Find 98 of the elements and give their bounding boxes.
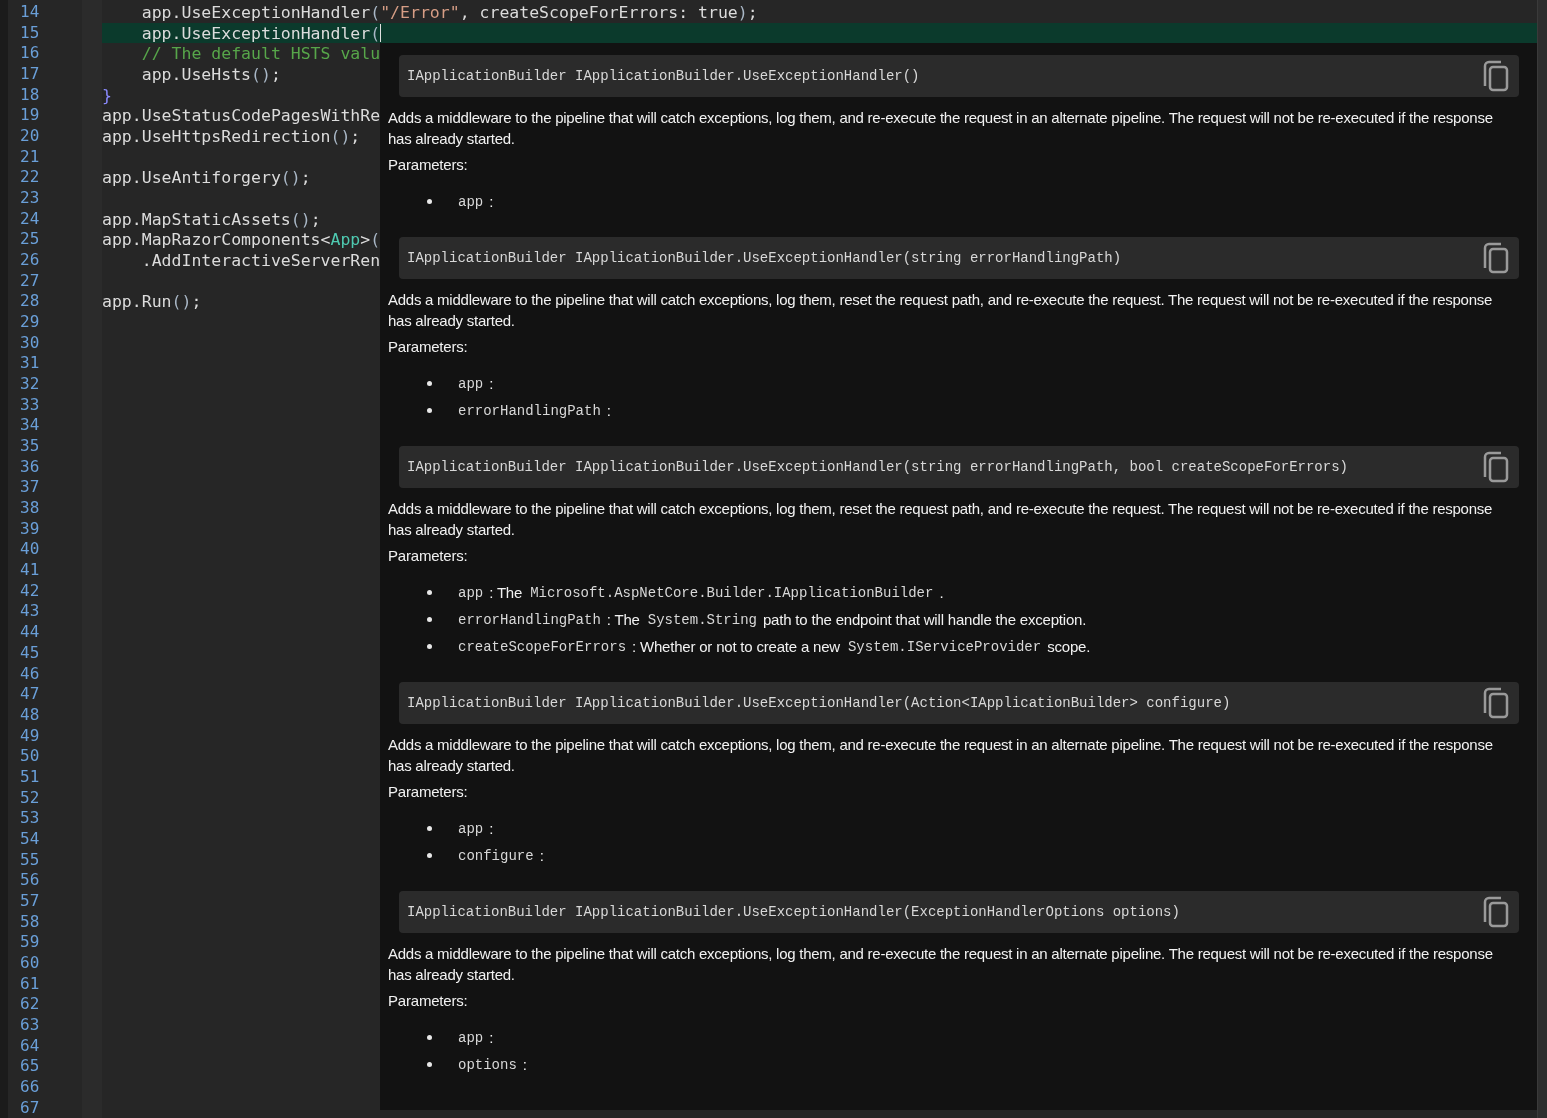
parameters-label: Parameters: bbox=[388, 337, 469, 357]
line-number: 14 bbox=[19, 2, 41, 23]
line-number: 18 bbox=[19, 84, 41, 106]
line-number: 32 bbox=[19, 374, 41, 395]
parameter-item: createScopeForErrors : Whether or not to create a new System.IServiceProvider scope. bbox=[427, 633, 1091, 660]
line-number: 55 bbox=[19, 849, 41, 871]
line-number: 42 bbox=[19, 580, 41, 602]
code-line: app.UseAntiforgery(); bbox=[102, 168, 311, 188]
line-number: 61 bbox=[19, 973, 41, 995]
code-line: app.UseStatusCodePagesWithRe bbox=[102, 106, 381, 126]
line-number: 33 bbox=[19, 394, 41, 416]
line-number: 22 bbox=[19, 167, 41, 189]
line-number: 65 bbox=[19, 1056, 41, 1077]
line-number: 49 bbox=[19, 725, 41, 747]
line-number: 57 bbox=[19, 890, 41, 912]
parameters-label: Parameters: bbox=[388, 991, 469, 1011]
method-description: Adds a middleware to the pipeline that will catch exceptions, log them, and re-execute the request in an alternate pipeline. The request will not be re-executed if the response has already started. bbox=[388, 944, 1494, 985]
line-number: 53 bbox=[19, 808, 41, 829]
code-line: .AddInteractiveServerRen bbox=[140, 250, 381, 270]
copy-icon[interactable] bbox=[1483, 60, 1509, 92]
line-number: 21 bbox=[19, 146, 41, 168]
line-number: 20 bbox=[19, 126, 41, 147]
line-number: 16 bbox=[19, 43, 41, 64]
copy-icon[interactable] bbox=[1483, 242, 1509, 274]
line-number: 30 bbox=[19, 332, 41, 354]
line-number: 54 bbox=[19, 828, 41, 850]
line-number: 56 bbox=[19, 870, 41, 891]
line-number: 66 bbox=[19, 1076, 41, 1098]
line-number: 67 bbox=[19, 1097, 41, 1118]
parameter-item: app : bbox=[427, 188, 494, 215]
line-number: 47 bbox=[19, 684, 41, 705]
parameter-item: app : bbox=[427, 1024, 494, 1051]
line-number: 44 bbox=[19, 622, 41, 643]
scrollbar[interactable] bbox=[1537, 0, 1547, 1118]
line-number: 52 bbox=[19, 787, 41, 809]
method-description: Adds a middleware to the pipeline that will catch exceptions, log them, and re-execute the request in an alternate pipeline. The request will not be re-executed if the response has already started. bbox=[388, 735, 1494, 776]
line-number: 24 bbox=[19, 208, 41, 230]
code-line: app.UseHsts(); bbox=[140, 64, 281, 84]
line-number: 40 bbox=[19, 539, 41, 561]
parameter-item: errorHandlingPath : The System.String path to the endpoint that will handle the exception. bbox=[427, 606, 1087, 633]
line-number: 25 bbox=[19, 229, 41, 251]
line-number: 63 bbox=[19, 1014, 41, 1036]
line-number: 39 bbox=[19, 518, 41, 540]
line-number: 31 bbox=[19, 353, 41, 375]
method-description: Adds a middleware to the pipeline that will catch exceptions, log them, reset the request path, and re-execute the request. The request will not be re-executed if the response has already started. bbox=[388, 290, 1494, 331]
method-description: Adds a middleware to the pipeline that will catch exceptions, log them, and re-execute the request in an alternate pipeline. The request will not be re-executed if the response has already started. bbox=[388, 108, 1494, 149]
line-number: 45 bbox=[19, 642, 41, 664]
line-number: 19 bbox=[19, 105, 41, 127]
code-line: app.Run(); bbox=[102, 292, 202, 312]
copy-icon[interactable] bbox=[1483, 687, 1509, 719]
line-number: 60 bbox=[19, 952, 41, 974]
parameters-label: Parameters: bbox=[388, 155, 469, 175]
method-signature: IApplicationBuilder IApplicationBuilder.UseExceptionHandler(ExceptionHandlerOptions options) bbox=[407, 904, 1180, 920]
line-number: 46 bbox=[19, 663, 41, 685]
line-number: 48 bbox=[19, 704, 41, 726]
method-signature: IApplicationBuilder IApplicationBuilder.UseExceptionHandler(string errorHandlingPath, bool createScopeForErrors) bbox=[407, 459, 1348, 475]
line-number: 34 bbox=[19, 415, 41, 437]
parameters-label: Parameters: bbox=[388, 782, 469, 802]
parameters-label: Parameters: bbox=[388, 546, 469, 566]
method-signature: IApplicationBuilder IApplicationBuilder.UseExceptionHandler() bbox=[407, 68, 920, 84]
line-number: 41 bbox=[19, 560, 41, 581]
code-line: app.UseExceptionHandler("/Error", createScopeForErrors: true); bbox=[140, 2, 758, 22]
line-number: 59 bbox=[19, 932, 41, 953]
line-number: 27 bbox=[19, 270, 41, 292]
code-line: } bbox=[102, 85, 112, 105]
line-number: 28 bbox=[19, 291, 41, 313]
line-number: 51 bbox=[19, 766, 41, 788]
parameter-item: errorHandlingPath : bbox=[427, 397, 611, 424]
code-line: // The default HSTS valu bbox=[140, 44, 381, 64]
line-number: 23 bbox=[19, 188, 41, 209]
parameter-item: app : The Microsoft.AspNetCore.Builder.IApplicationBuilder . bbox=[427, 579, 944, 606]
line-number: 50 bbox=[19, 746, 41, 767]
line-number: 64 bbox=[19, 1035, 41, 1057]
line-number: 26 bbox=[19, 250, 41, 271]
code-line: app.MapStaticAssets(); bbox=[102, 209, 321, 229]
parameter-item: configure : bbox=[427, 842, 544, 869]
line-number: 37 bbox=[19, 477, 41, 499]
copy-icon[interactable] bbox=[1483, 896, 1509, 928]
line-number: 35 bbox=[19, 436, 41, 457]
line-number: 58 bbox=[19, 911, 41, 933]
method-signature: IApplicationBuilder IApplicationBuilder.UseExceptionHandler(string errorHandlingPath) bbox=[407, 250, 1122, 266]
parameter-item: app : bbox=[427, 815, 494, 842]
code-line: app.MapRazorComponents<App>( bbox=[102, 230, 381, 250]
method-signature: IApplicationBuilder IApplicationBuilder.UseExceptionHandler(Action<IApplicationBuilder> configure) bbox=[407, 695, 1231, 711]
parameter-item: options : bbox=[427, 1051, 527, 1078]
line-number: 43 bbox=[19, 601, 41, 623]
code-line: app.UseHttpsRedirection(); bbox=[102, 126, 361, 146]
method-description: Adds a middleware to the pipeline that will catch exceptions, log them, reset the request path, and re-execute the request. The request will not be re-executed if the response has already started. bbox=[388, 499, 1494, 540]
line-number: 62 bbox=[19, 994, 41, 1015]
line-number: 15 bbox=[19, 22, 41, 44]
line-number: 36 bbox=[19, 456, 41, 478]
parameter-item: app : bbox=[427, 370, 494, 397]
line-number: 29 bbox=[19, 312, 41, 333]
text-cursor bbox=[380, 24, 382, 42]
code-line: app.UseExceptionHandler( bbox=[140, 23, 381, 43]
line-number: 17 bbox=[19, 64, 41, 85]
line-number: 38 bbox=[19, 498, 41, 519]
copy-icon[interactable] bbox=[1483, 451, 1509, 483]
